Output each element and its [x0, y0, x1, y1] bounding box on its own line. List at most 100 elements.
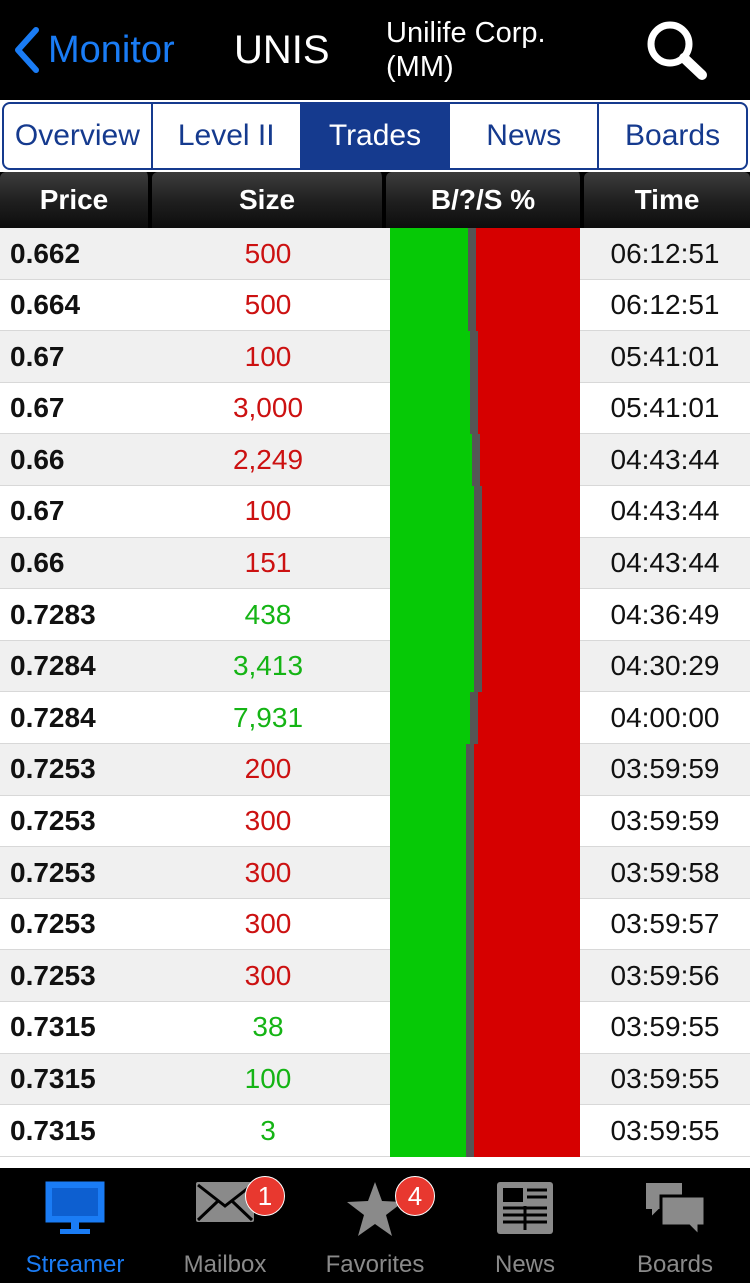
trade-size: 3,000 [232, 392, 304, 424]
search-button[interactable] [642, 18, 712, 82]
bss-unknown-segment [466, 1105, 474, 1158]
bss-sell-segment [477, 331, 580, 384]
trade-price: 0.67 [10, 340, 65, 372]
bss-sell-segment [475, 228, 580, 280]
trade-price: 0.662 [10, 237, 81, 269]
bottom-tab-streamer[interactable]: Streamer [0, 1168, 150, 1283]
bss-percent-bar [390, 692, 580, 745]
trade-size: 38 [252, 1011, 284, 1043]
trade-size: 7,931 [232, 701, 304, 733]
bss-sell-segment [475, 279, 580, 332]
trade-price: 0.67 [10, 495, 65, 527]
bottom-tab-boards[interactable]: Boards [600, 1168, 750, 1283]
column-header-size[interactable]: Size [152, 172, 386, 228]
trade-time: 06:12:51 [610, 237, 720, 269]
trade-time: 03:59:55 [610, 1011, 720, 1043]
trade-row[interactable]: 0.7253 300 03:59:57 [0, 898, 750, 951]
bss-sell-segment [474, 1105, 580, 1158]
trade-row[interactable]: 0.67 3,000 05:41:01 [0, 382, 750, 435]
trade-size: 300 [244, 959, 292, 991]
bss-buy-segment [390, 898, 466, 951]
trade-time: 04:43:44 [610, 495, 720, 527]
bss-buy-segment [390, 537, 474, 590]
bss-percent-bar [390, 279, 580, 332]
bss-unknown-segment [466, 1001, 474, 1054]
trade-time: 05:41:01 [610, 340, 720, 372]
trade-row[interactable]: 0.7315 100 03:59:55 [0, 1053, 750, 1106]
bss-buy-segment [390, 1053, 466, 1106]
trade-time: 03:59:59 [610, 753, 720, 785]
tab-news[interactable]: News [450, 104, 600, 168]
bss-sell-segment [474, 1001, 580, 1054]
trade-time: 04:30:29 [610, 650, 720, 682]
bss-percent-bar [390, 795, 580, 848]
segment-tabs: Overview Level II Trades News Boards [0, 100, 750, 172]
back-button[interactable]: Monitor [14, 24, 175, 76]
trade-price: 0.7253 [10, 959, 96, 991]
bss-buy-segment [390, 640, 474, 693]
trade-price: 0.7284 [10, 650, 96, 682]
chat-bubbles-icon [643, 1180, 707, 1243]
bottom-tab-label: Streamer [25, 1251, 125, 1278]
column-header-price[interactable]: Price [0, 172, 152, 228]
bss-buy-segment [390, 331, 470, 384]
bss-sell-segment [481, 537, 580, 590]
trade-size: 3,413 [232, 650, 304, 682]
tab-trades[interactable]: Trades [301, 104, 451, 168]
trade-row[interactable]: 0.7253 300 03:59:56 [0, 950, 750, 1003]
bottom-tab-label: Favorites [325, 1251, 425, 1278]
bss-unknown-segment [471, 434, 480, 487]
trade-row[interactable]: 0.7253 300 03:59:59 [0, 795, 750, 848]
trade-row[interactable]: 0.7284 3,413 04:30:29 [0, 640, 750, 693]
trade-price: 0.7253 [10, 856, 96, 888]
column-header-bss[interactable]: B/?/S % [386, 172, 584, 228]
trade-size: 500 [244, 237, 292, 269]
trades-list[interactable]: 0.662 500 06:12:51 0.664 500 06:12:51 0.67 100 0… [0, 228, 750, 1168]
tab-level-ii[interactable]: Level II [153, 104, 302, 168]
trade-size: 438 [244, 598, 292, 630]
bss-unknown-segment [466, 898, 474, 951]
bss-buy-segment [390, 228, 468, 280]
trade-row[interactable]: 0.7283 438 04:36:49 [0, 589, 750, 642]
bottom-tab-mailbox[interactable]: 1 Mailbox [150, 1168, 300, 1283]
bottom-tab-news[interactable]: News [450, 1168, 600, 1283]
trade-time: 05:41:01 [610, 392, 720, 424]
column-header-time[interactable]: Time [584, 172, 750, 228]
bss-unknown-segment [466, 795, 474, 848]
trade-time: 03:59:55 [610, 1114, 720, 1146]
trade-size: 500 [244, 289, 292, 321]
trade-row[interactable]: 0.66 151 04:43:44 [0, 537, 750, 590]
trade-price: 0.7253 [10, 805, 96, 837]
bottom-tab-favorites[interactable]: 4 Favorites [300, 1168, 450, 1283]
trade-time: 06:12:51 [610, 289, 720, 321]
bss-buy-segment [390, 743, 466, 796]
tab-overview[interactable]: Overview [4, 104, 153, 168]
bss-buy-segment [390, 589, 474, 642]
nav-bar: Monitor UNIS Unilife Corp. (MM) [0, 0, 750, 100]
trade-row[interactable]: 0.66 2,249 04:43:44 [0, 434, 750, 487]
trade-time: 04:00:00 [610, 701, 720, 733]
trade-time: 03:59:58 [610, 856, 720, 888]
bss-sell-segment [474, 950, 580, 1003]
bss-buy-segment [390, 434, 472, 487]
trade-row[interactable]: 0.7253 200 03:59:59 [0, 743, 750, 796]
trade-row[interactable]: 0.67 100 05:41:01 [0, 331, 750, 384]
trade-price: 0.7315 [10, 1114, 96, 1146]
trade-row[interactable]: 0.7253 300 03:59:58 [0, 847, 750, 900]
back-label: Monitor [48, 28, 175, 71]
trade-row[interactable]: 0.664 500 06:12:51 [0, 279, 750, 332]
trade-row[interactable]: 0.7315 3 03:59:55 [0, 1105, 750, 1158]
trade-row[interactable]: 0.662 500 06:12:51 [0, 228, 750, 280]
bottom-tab-label: Mailbox [183, 1251, 267, 1278]
trade-row[interactable]: 0.7315 38 03:59:55 [0, 1001, 750, 1054]
trade-size: 300 [244, 856, 292, 888]
bss-percent-bar [390, 382, 580, 435]
tab-boards[interactable]: Boards [599, 104, 746, 168]
bss-unknown-segment [467, 228, 476, 280]
company-name-line2: (MM) [386, 51, 454, 83]
trade-row[interactable]: 0.67 100 04:43:44 [0, 485, 750, 538]
trade-size: 300 [244, 908, 292, 940]
trade-price: 0.7315 [10, 1063, 96, 1094]
trade-row[interactable]: 0.7284 7,931 04:00:00 [0, 692, 750, 745]
bss-sell-segment [481, 640, 580, 693]
